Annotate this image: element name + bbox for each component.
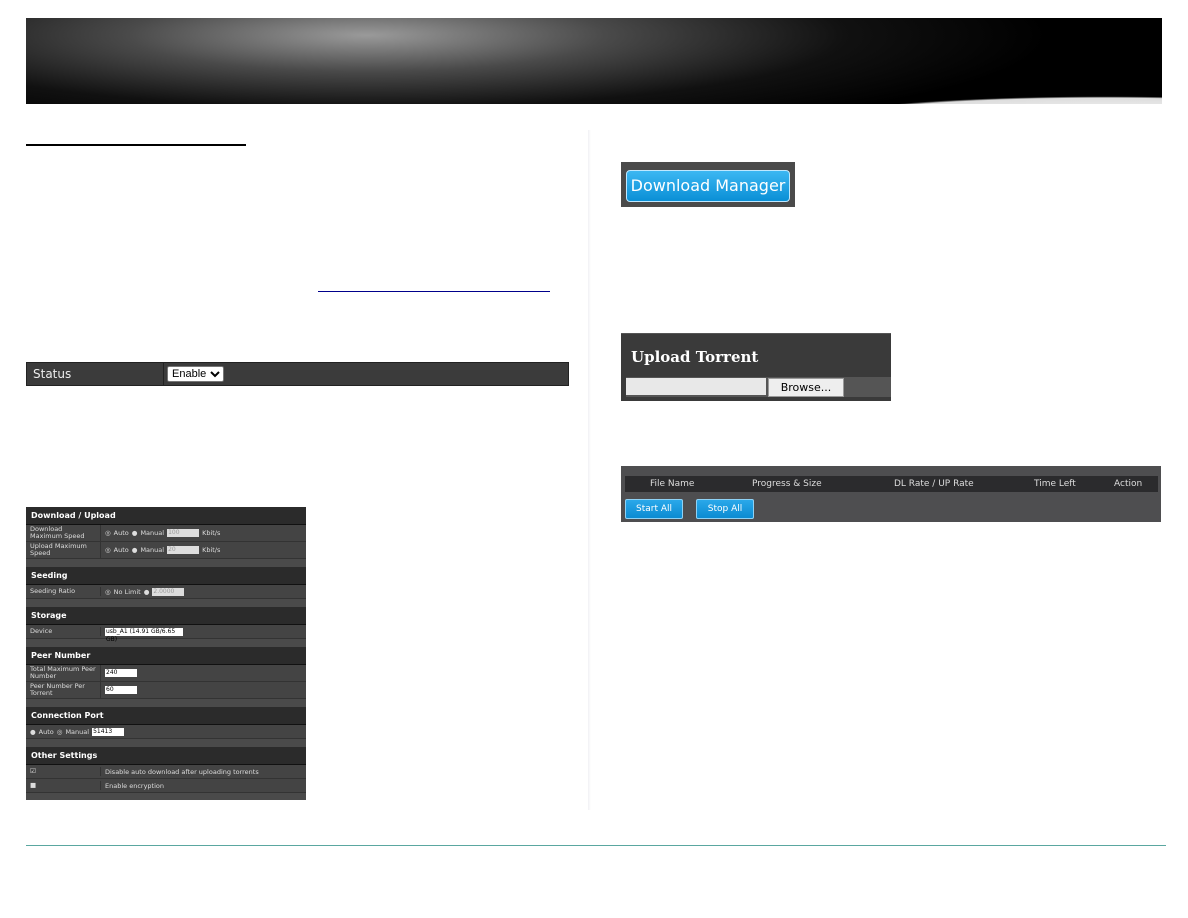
link-underline[interactable] xyxy=(318,291,550,292)
upload-torrent-panel: Upload Torrent Browse... xyxy=(621,333,891,401)
upload-speed-row: Upload Maximum Speed ◎ Auto ● Manual 20 Kbit/… xyxy=(26,542,306,559)
checkbox-encryption[interactable]: ■ xyxy=(26,781,101,790)
manual-label: Manual xyxy=(65,727,90,736)
col-action: Action xyxy=(1114,479,1143,489)
start-all-button[interactable]: Start All xyxy=(625,499,683,519)
port-row: ● Auto ◎ Manual 51413 xyxy=(26,725,306,739)
upload-torrent-title: Upload Torrent xyxy=(631,348,759,366)
disable-auto-row: ☑ Disable auto download after uploading t… xyxy=(26,765,306,779)
radio-no-limit[interactable]: ◎ xyxy=(105,588,111,596)
section-download-upload: Download / Upload xyxy=(26,507,306,525)
device-select[interactable]: usb_A1 (14.91 GB/6.65 GB) xyxy=(105,627,183,643)
file-path-input[interactable] xyxy=(626,378,766,395)
auto-label: Auto xyxy=(113,546,129,554)
download-manager-panel: Download Manager xyxy=(621,162,795,207)
manual-label: Manual xyxy=(140,546,165,554)
section-storage: Storage xyxy=(26,607,306,625)
seeding-ratio-input[interactable]: 2.0000 xyxy=(152,587,185,596)
status-row: Status Enable xyxy=(26,362,569,386)
port-input[interactable]: 51413 xyxy=(92,727,125,736)
status-label: Status xyxy=(33,367,72,381)
section-seeding: Seeding xyxy=(26,567,306,585)
manual-label: Manual xyxy=(140,529,165,537)
total-peer-input[interactable]: 240 xyxy=(105,669,137,677)
download-manager-button[interactable]: Download Manager xyxy=(626,170,790,202)
peer-per-torrent-label: Peer Number Per Torrent xyxy=(26,682,101,698)
no-limit-label: No Limit xyxy=(113,587,141,596)
encryption-row: ■ Enable encryption xyxy=(26,779,306,793)
footer-rule xyxy=(26,845,1166,846)
section-connection-port: Connection Port xyxy=(26,707,306,725)
unit-label: Kbit/s xyxy=(202,546,221,554)
device-label: Device xyxy=(26,627,101,636)
download-speed-input[interactable]: 100 xyxy=(167,529,200,537)
radio-manual[interactable]: ◎ xyxy=(57,728,63,736)
section-peer-number: Peer Number xyxy=(26,647,306,665)
title-underline xyxy=(26,144,246,146)
radio-auto[interactable]: ● xyxy=(30,728,36,736)
checkbox-disable-auto[interactable]: ☑ xyxy=(26,767,101,776)
col-file-name: File Name xyxy=(650,479,695,489)
separator xyxy=(163,363,164,385)
section-other-settings: Other Settings xyxy=(26,747,306,765)
peer-per-torrent-row: Peer Number Per Torrent 60 xyxy=(26,682,306,699)
radio-auto[interactable]: ◎ xyxy=(105,546,111,554)
browse-button[interactable]: Browse... xyxy=(768,378,844,397)
radio-manual[interactable]: ● xyxy=(132,546,138,554)
unit-label: Kbit/s xyxy=(202,529,221,537)
col-time-left: Time Left xyxy=(1034,479,1076,489)
encryption-label: Enable encryption xyxy=(105,781,164,790)
device-row: Device usb_A1 (14.91 GB/6.65 GB) xyxy=(26,625,306,643)
download-speed-row: Download Maximum Speed ◎ Auto ● Manual 100 Kb… xyxy=(26,525,306,542)
seeding-row: Seeding Ratio ◎ No Limit ● 2.0000 xyxy=(26,585,306,599)
seeding-label: Seeding Ratio xyxy=(26,587,101,596)
auto-label: Auto xyxy=(38,727,54,736)
bittorrent-settings-panel: Download / Upload Download Maximum Speed… xyxy=(26,507,306,800)
column-divider xyxy=(588,130,591,810)
table-header: File Name Progress & Size DL Rate / UP R… xyxy=(625,476,1158,492)
status-select[interactable]: Enable xyxy=(167,366,224,382)
total-peer-label: Total Maximum Peer Number xyxy=(26,665,101,681)
total-peer-row: Total Maximum Peer Number 240 xyxy=(26,665,306,682)
header-banner xyxy=(26,18,1162,104)
stop-all-button[interactable]: Stop All xyxy=(696,499,754,519)
upload-speed-input[interactable]: 20 xyxy=(167,546,200,554)
disable-auto-label: Disable auto download after uploading to… xyxy=(105,767,259,776)
radio-ratio[interactable]: ● xyxy=(144,588,150,596)
peer-per-torrent-input[interactable]: 60 xyxy=(105,686,137,694)
upload-speed-label: Upload Maximum Speed xyxy=(26,542,101,558)
radio-manual[interactable]: ● xyxy=(132,529,138,537)
torrent-table: File Name Progress & Size DL Rate / UP R… xyxy=(621,466,1161,522)
radio-auto[interactable]: ◎ xyxy=(105,529,111,537)
col-rate: DL Rate / UP Rate xyxy=(894,479,974,489)
download-speed-label: Download Maximum Speed xyxy=(26,525,101,541)
auto-label: Auto xyxy=(113,529,129,537)
col-progress-size: Progress & Size xyxy=(752,479,822,489)
